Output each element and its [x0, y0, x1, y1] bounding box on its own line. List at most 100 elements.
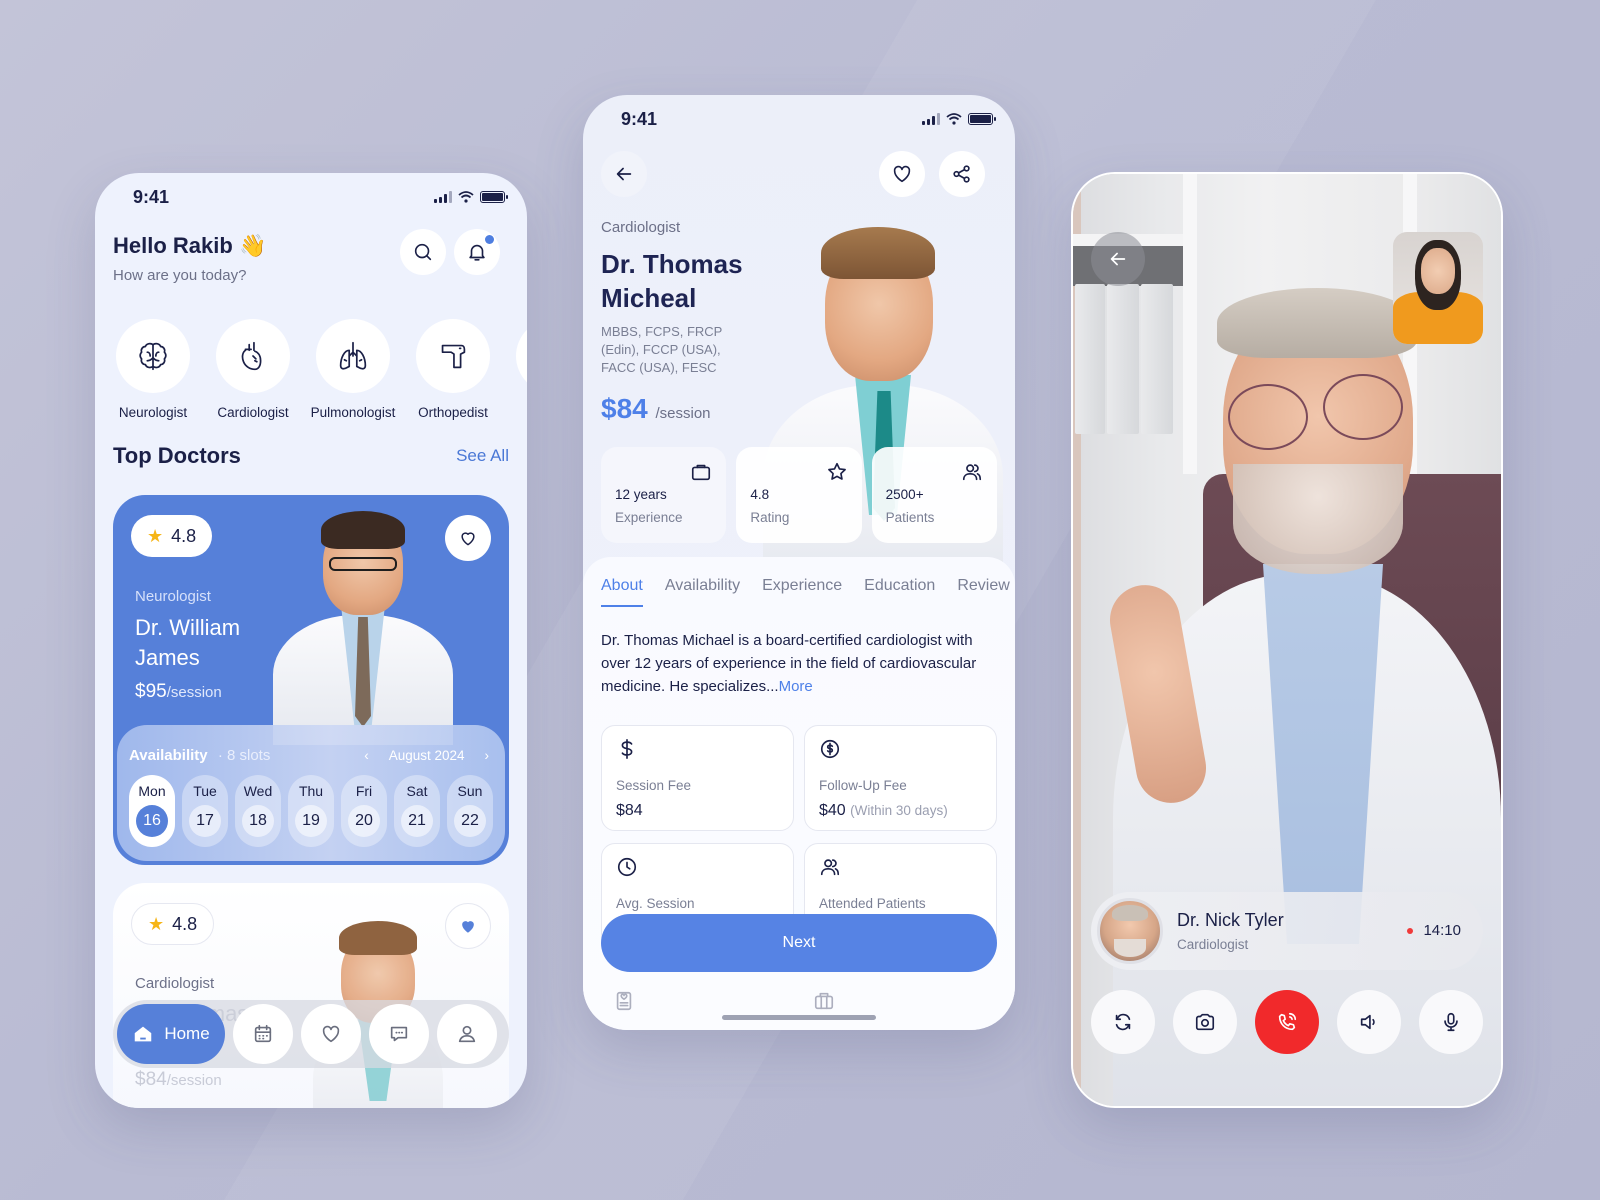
stat-value: 12 years — [615, 487, 667, 502]
back-button[interactable] — [601, 151, 647, 197]
day-slot-mon[interactable]: Mon 16 — [129, 775, 175, 847]
bottom-navigation: Home — [113, 1000, 509, 1068]
arrow-left-icon — [616, 167, 632, 181]
wifi-icon — [946, 113, 962, 125]
day-name: Mon — [138, 783, 166, 799]
stat-rating: 4.8 Rating — [736, 447, 862, 543]
doctor-video — [1104, 264, 1501, 1106]
category-cardiologist[interactable]: Cardiologist — [213, 319, 293, 420]
doctor-card[interactable]: ★ 4.8 Cardiologist Dr. Thomas $84/sessio… — [113, 883, 509, 1108]
clock-icon — [617, 857, 637, 877]
day-slot-thu[interactable]: Thu 19 — [288, 775, 334, 847]
doctor-specialty: Cardiologist — [135, 975, 215, 992]
info-session-fee: Session Fee $84 — [601, 725, 794, 831]
availability-panel: Availability · 8 slots ‹ August 2024 › M… — [117, 725, 505, 861]
more-link[interactable]: More — [779, 678, 813, 695]
heart-icon — [322, 1025, 340, 1043]
greeting-subtitle: How are you today? — [113, 267, 247, 284]
microphone-button[interactable] — [1419, 990, 1483, 1054]
category-kidney[interactable]: K — [513, 319, 527, 420]
call-timer: 14:10 — [1407, 922, 1461, 939]
end-call-button[interactable] — [1255, 990, 1319, 1054]
next-button[interactable]: Next — [601, 914, 997, 972]
info-label: Session Fee — [616, 778, 692, 793]
microphone-icon — [1444, 1012, 1458, 1032]
doctor-specialty: Cardiologist — [601, 219, 681, 236]
nav-profile[interactable] — [437, 1004, 497, 1064]
tab-education[interactable]: Education — [864, 577, 935, 595]
favorite-button[interactable] — [445, 515, 491, 561]
prev-month-button[interactable]: ‹ — [364, 748, 369, 763]
day-slot-fri[interactable]: Fri 20 — [341, 775, 387, 847]
search-button[interactable] — [400, 229, 446, 275]
rating-badge: ★ 4.8 — [131, 515, 213, 557]
day-slot-tue[interactable]: Tue 17 — [182, 775, 228, 847]
star-icon: ★ — [148, 913, 165, 934]
share-button[interactable] — [939, 151, 985, 197]
stat-label: Rating — [750, 510, 790, 525]
switch-camera-button[interactable] — [1091, 990, 1155, 1054]
day-slot-sun[interactable]: Sun 22 — [447, 775, 493, 847]
nav-messages[interactable] — [369, 1004, 429, 1064]
caller-specialty: Cardiologist — [1177, 937, 1249, 952]
nav-calendar[interactable] — [233, 1004, 293, 1064]
end-call-icon — [1278, 1012, 1297, 1031]
briefcase-icon — [692, 464, 711, 481]
notification-badge — [485, 235, 494, 244]
camera-button[interactable] — [1173, 990, 1237, 1054]
share-icon — [953, 165, 970, 183]
nav-home[interactable]: Home — [117, 1004, 225, 1064]
briefcase-icon — [814, 992, 834, 1010]
brain-icon — [139, 342, 167, 371]
home-indicator — [722, 1015, 876, 1020]
favorite-button[interactable] — [879, 151, 925, 197]
favorite-button[interactable] — [445, 903, 491, 949]
category-label: Neurologist — [118, 405, 188, 420]
stat-label: Patients — [885, 510, 935, 525]
wave-emoji: 👋 — [238, 233, 267, 258]
info-label: Attended Patients — [819, 896, 926, 911]
video-call-screen: Dr. Nick Tyler Cardiologist 14:10 — [1071, 172, 1503, 1108]
day-date: 22 — [454, 805, 486, 837]
notifications-button[interactable] — [454, 229, 500, 275]
price-unit: /session — [166, 1072, 222, 1089]
category-pulmonologist[interactable]: Pulmonologist — [311, 319, 395, 420]
stat-label: Experience — [615, 510, 683, 525]
switch-camera-icon — [1115, 1013, 1131, 1031]
tab-availability[interactable]: Availability — [665, 577, 740, 595]
top-doctors-header: Top Doctors See All — [113, 443, 509, 469]
doctor-price: $84 /session — [601, 393, 711, 425]
category-orthopedist[interactable]: Orthopedist — [413, 319, 493, 420]
see-all-link[interactable]: See All — [456, 446, 509, 466]
home-icon — [135, 1026, 152, 1042]
doctor-detail-screen: 9:41 Cardiologist Dr. Thomas Micheal MBB… — [583, 95, 1015, 1030]
heart-organ-icon — [241, 341, 262, 371]
tab-about[interactable]: About — [601, 577, 643, 607]
caller-avatar — [1097, 898, 1163, 964]
day-slot-sat[interactable]: Sat 21 — [394, 775, 440, 847]
self-view-video[interactable] — [1393, 232, 1483, 344]
status-bar: 9:41 — [583, 95, 1015, 145]
tab-review[interactable]: Review — [957, 577, 1009, 595]
users-icon — [820, 859, 840, 876]
nav-favorites[interactable] — [301, 1004, 361, 1064]
back-button[interactable] — [1091, 232, 1145, 286]
battery-icon — [968, 113, 996, 125]
doctor-card-featured[interactable]: ★ 4.8 Neurologist Dr. William James $95/… — [113, 495, 509, 865]
price-unit: /session — [166, 684, 222, 701]
nav-home-label: Home — [164, 1024, 210, 1043]
fee-amount: $40 — [819, 802, 846, 819]
day-slot-wed[interactable]: Wed 18 — [235, 775, 281, 847]
rating-badge: ★ 4.8 — [131, 903, 215, 945]
next-month-button[interactable]: › — [485, 748, 490, 763]
day-name: Sun — [457, 783, 483, 799]
stat-value: 4.8 — [750, 487, 770, 502]
day-date: 20 — [348, 805, 380, 837]
info-label: Follow-Up Fee — [819, 778, 907, 793]
category-neurologist[interactable]: Neurologist — [113, 319, 193, 420]
tab-experience[interactable]: Experience — [762, 577, 842, 595]
speaker-button[interactable] — [1337, 990, 1401, 1054]
speaker-icon — [1360, 1014, 1375, 1030]
day-date: 17 — [189, 805, 221, 837]
availability-label: Availability — [129, 747, 208, 764]
